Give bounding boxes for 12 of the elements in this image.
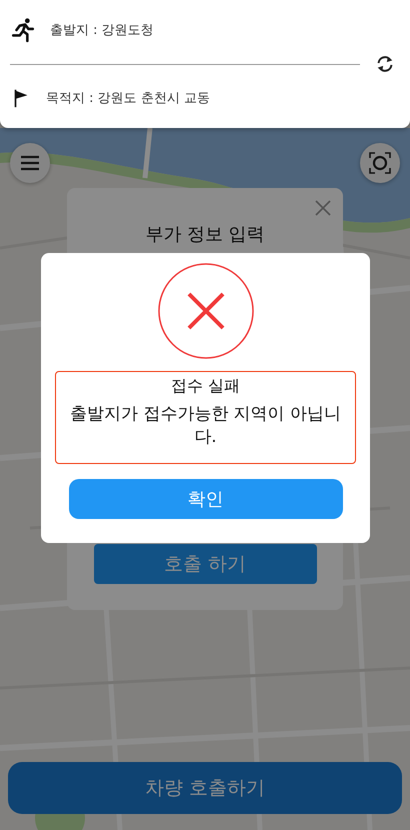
dialog-title: 부가 정보 입력 <box>145 224 265 246</box>
confirm-button[interactable]: 확인 <box>68 479 342 519</box>
error-icon <box>158 263 254 359</box>
destination-label: 목적지 : 강원도 춘천시 교동 <box>46 90 210 107</box>
running-person-icon <box>10 17 36 43</box>
alert-message: 출발지가 접수가능한 지역이 아닙니다. <box>68 403 342 449</box>
alert-title: 접수 실패 <box>170 376 242 397</box>
call-vehicle-button[interactable]: 차량 호출하기 <box>8 762 402 814</box>
target-icon <box>369 152 391 174</box>
origin-label: 출발지 : 강원도청 <box>50 22 154 39</box>
menu-icon <box>20 155 40 171</box>
submit-button[interactable]: 호출 하기 <box>94 544 316 584</box>
